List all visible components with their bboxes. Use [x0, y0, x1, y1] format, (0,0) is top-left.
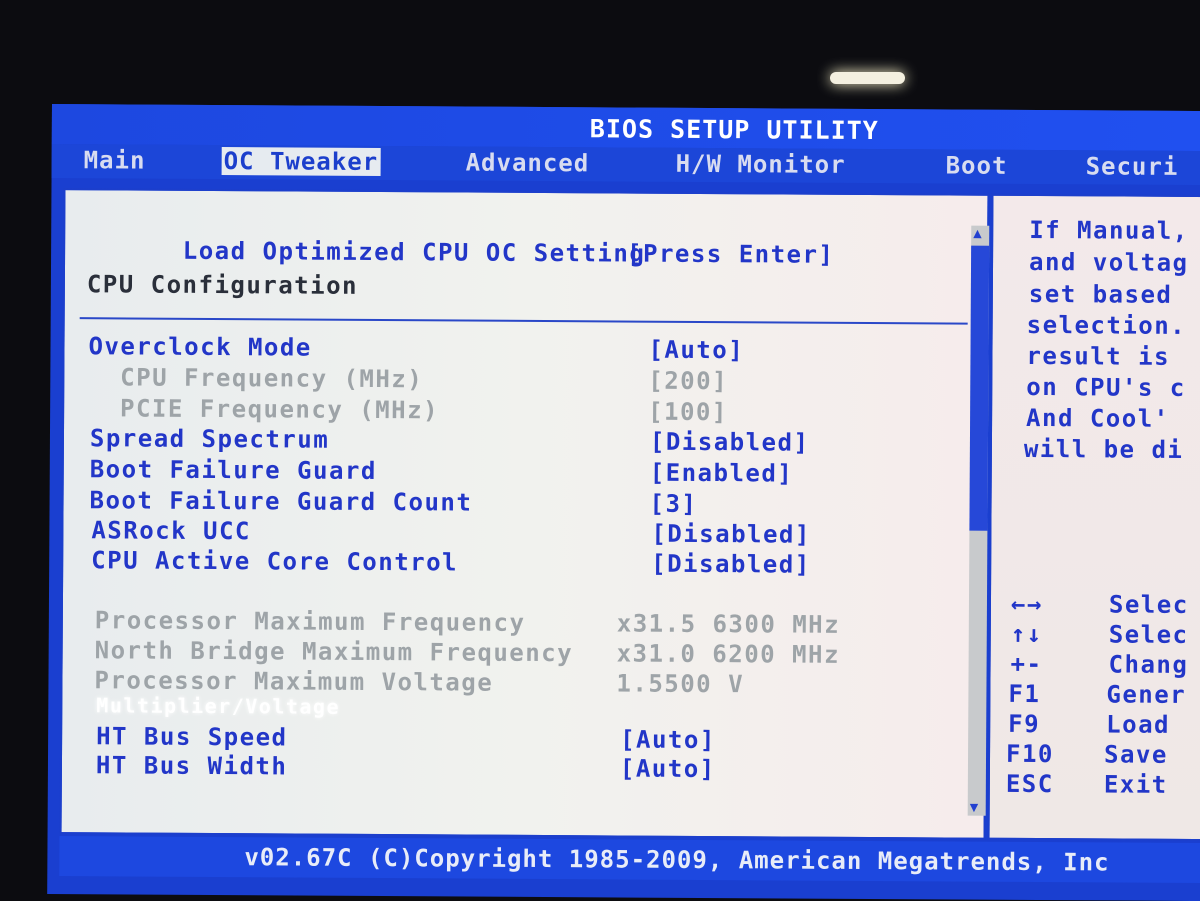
divider: [79, 317, 968, 325]
info-label: North Bridge Maximum Frequency: [94, 636, 574, 668]
setting-spread-spectrum[interactable]: Spread Spectrum [Disabled]: [89, 424, 810, 456]
scroll-down-arrow-icon[interactable]: ▼: [970, 800, 979, 816]
key-label: ESC: [1005, 769, 1054, 799]
setting-label: CPU Active Core Control: [91, 546, 459, 577]
setting-value: [100]: [648, 397, 728, 427]
setting-ht-bus-speed[interactable]: HT Bus Speed [Auto]: [96, 722, 716, 754]
key-hint-esc: ESC Exit: [986, 770, 1200, 799]
setting-value: [Disabled]: [649, 427, 810, 457]
title-bar: BIOS SETUP UTILITY: [51, 104, 1200, 152]
setting-label: Load Optimized CPU OC Setting: [182, 236, 646, 268]
setting-value: [Disabled]: [651, 549, 811, 579]
key-hint-f10: F10 Save: [986, 740, 1200, 769]
info-label: Processor Maximum Voltage: [94, 666, 494, 697]
key-description: Load: [1106, 710, 1171, 739]
help-line: set based: [1028, 279, 1173, 309]
setting-label: PCIE Frequency (MHz): [88, 394, 440, 425]
setting-label: HT Bus Width: [95, 751, 288, 781]
setting-boot-failure-guard-count[interactable]: Boot Failure Guard Count [3]: [89, 486, 697, 518]
setting-label: Boot Failure Guard: [89, 455, 377, 485]
tab-security[interactable]: Securi: [1086, 152, 1179, 181]
setting-value: [Auto]: [620, 725, 716, 755]
setting-value: [200]: [648, 366, 729, 396]
copyright-text: v02.67C (C)Copyright 1985-2009, American…: [244, 843, 1110, 877]
setting-value: [Auto]: [619, 754, 716, 784]
key-hint-plus-minus: +- Chang: [991, 650, 1200, 679]
tab-bar: Main OC Tweaker Advanced H/W Monitor Boo…: [51, 143, 1200, 186]
info-value: 1.5500 V: [616, 669, 745, 699]
selected-item-multiplier-voltage[interactable]: Multiplier/Voltage: [96, 693, 340, 718]
help-line: and voltag: [1028, 247, 1189, 277]
setting-cpu-active-core-control[interactable]: CPU Active Core Control [Disabled]: [91, 546, 811, 578]
help-line: selection.: [1026, 310, 1187, 340]
left-right-arrows-icon: ←→: [1010, 589, 1043, 619]
footer-bar: v02.67C (C)Copyright 1985-2009, American…: [59, 836, 1200, 884]
setting-label: Overclock Mode: [88, 332, 312, 362]
scroll-up-arrow-icon[interactable]: ▲: [973, 226, 982, 242]
key-hint-left-right: ←→ Selec: [991, 590, 1200, 619]
help-line: will be di: [1023, 434, 1184, 464]
help-line: result is: [1026, 341, 1171, 371]
section-header: CPU Configuration: [86, 270, 359, 300]
tab-advanced[interactable]: Advanced: [466, 149, 590, 178]
up-down-arrows-icon: ↑↓: [1010, 619, 1043, 649]
tab-boot[interactable]: Boot: [946, 151, 1008, 179]
key-description: Save: [1103, 740, 1168, 769]
key-description: Gener: [1106, 680, 1187, 709]
tab-oc-tweaker[interactable]: OC Tweaker: [221, 147, 381, 177]
setting-label: Spread Spectrum: [89, 424, 330, 454]
key-description: Exit: [1103, 770, 1168, 799]
info-value: x31.5 6300 MHz: [616, 609, 841, 639]
setting-label: HT Bus Speed: [96, 722, 288, 752]
setting-overclock-mode[interactable]: Overclock Mode [Auto]: [88, 332, 744, 364]
key-label: F9: [1008, 709, 1041, 739]
info-value: x31.0 6200 MHz: [616, 639, 841, 669]
setting-label: ASRock UCC: [91, 516, 251, 546]
setting-value: [Disabled]: [651, 519, 811, 549]
setting-value: [Auto]: [648, 335, 745, 365]
setting-label: Boot Failure Guard Count: [89, 486, 473, 517]
tab-hw-monitor[interactable]: H/W Monitor: [676, 150, 846, 179]
setting-pcie-frequency: PCIE Frequency (MHz) [100]: [88, 394, 728, 426]
key-hint-f1: F1 Gener: [989, 680, 1200, 709]
help-line: And Cool': [1026, 403, 1170, 433]
setting-boot-failure-guard[interactable]: Boot Failure Guard [Enabled]: [89, 455, 794, 487]
help-line: If Manual,: [1029, 215, 1189, 245]
scrollbar-thumb[interactable]: [969, 245, 990, 531]
help-panel: If Manual, and voltag set based selectio…: [986, 193, 1200, 842]
settings-panel: Load Optimized CPU OC Setting [Press Ente…: [59, 188, 990, 840]
setting-ht-bus-width[interactable]: HT Bus Width [Auto]: [95, 751, 716, 783]
key-description: Chang: [1108, 650, 1189, 679]
key-hint-up-down: ↑↓ Selec: [991, 620, 1200, 649]
tab-main[interactable]: Main: [84, 146, 146, 174]
setting-cpu-frequency: CPU Frequency (MHz) [200]: [88, 363, 728, 395]
scrollbar[interactable]: ▲ ▼: [967, 225, 990, 816]
key-description: Selec: [1108, 590, 1189, 619]
key-label: F1: [1008, 679, 1041, 709]
setting-value: [Press Enter]: [627, 239, 835, 269]
plus-minus-icon: +-: [1010, 649, 1043, 679]
setting-label: CPU Frequency (MHz): [88, 363, 424, 394]
info-processor-max-voltage: Processor Maximum Voltage 1.5500 V: [94, 666, 744, 698]
info-northbridge-max-frequency: North Bridge Maximum Frequency x31.0 6200…: [94, 636, 840, 669]
info-processor-max-frequency: Processor Maximum Frequency x31.5 6300 MH…: [94, 606, 840, 639]
key-description: Selec: [1108, 620, 1189, 649]
bios-screen: BIOS SETUP UTILITY Main OC Tweaker Advan…: [47, 104, 1200, 901]
bezel-light-reflection: [830, 72, 905, 84]
title: BIOS SETUP UTILITY: [589, 114, 879, 146]
key-label: F10: [1005, 739, 1054, 769]
setting-value: [3]: [649, 489, 698, 518]
setting-value: [Enabled]: [649, 458, 794, 488]
info-label: Processor Maximum Frequency: [94, 606, 526, 637]
setting-asrock-ucc[interactable]: ASRock UCC [Disabled]: [91, 516, 811, 548]
key-hint-f9: F9 Load: [988, 710, 1200, 739]
help-line: on CPU's c: [1026, 372, 1186, 402]
